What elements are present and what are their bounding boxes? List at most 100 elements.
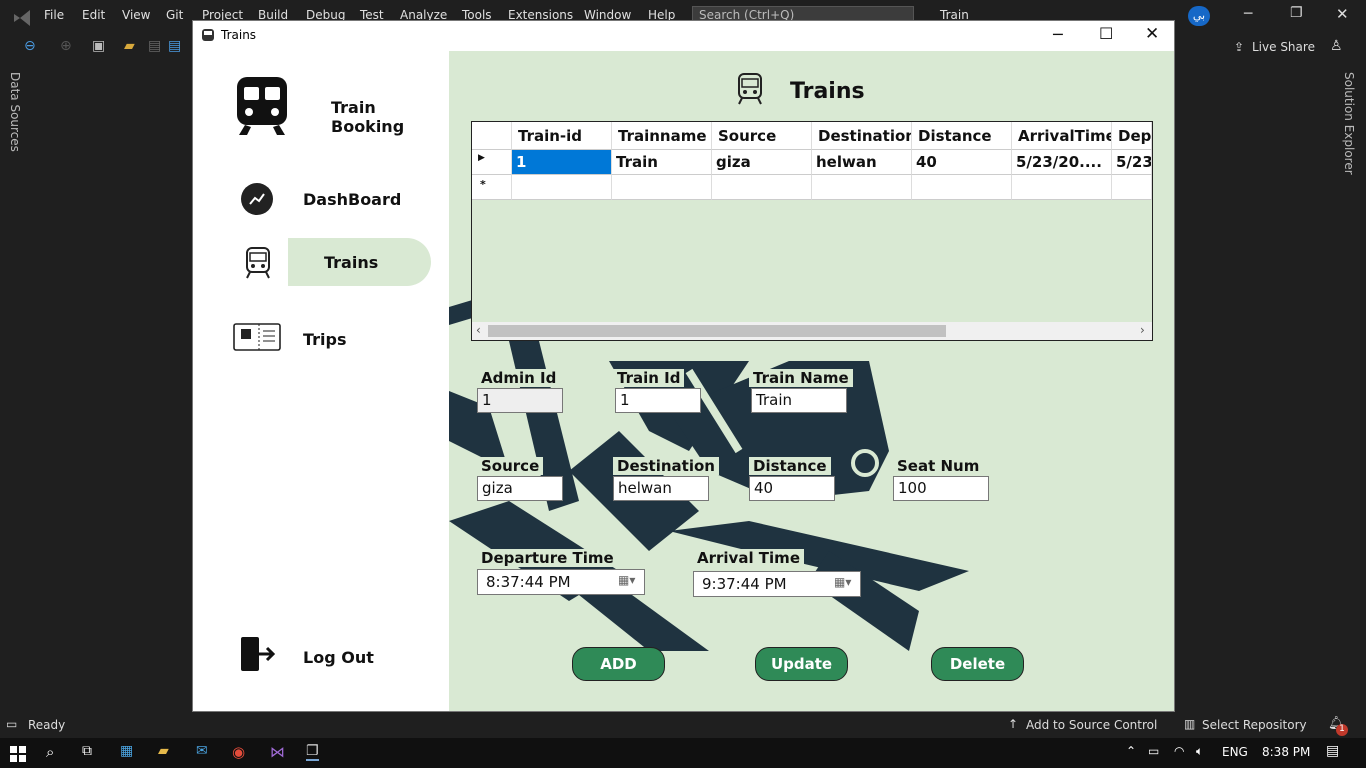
seat-num-label: Seat Num (893, 457, 984, 475)
arrival-time-label: Arrival Time (693, 549, 804, 567)
vs-minimize-icon[interactable]: ─ (1244, 6, 1252, 22)
update-button[interactable]: Update (755, 647, 848, 681)
grid-new-cell[interactable] (512, 175, 612, 200)
data-sources-tab[interactable]: Data Sources (8, 72, 22, 152)
distance-input[interactable]: 40 (749, 476, 835, 501)
brand-title: Train Booking (331, 98, 405, 136)
seat-num-input[interactable]: 100 (893, 476, 989, 501)
form-minimize-icon[interactable]: ─ (1053, 25, 1063, 44)
open-folder-icon[interactable]: ▰ (124, 38, 135, 54)
scroll-right-icon[interactable]: › (1140, 323, 1145, 337)
chrome-icon[interactable]: ◉ (232, 743, 245, 761)
grid-cell[interactable]: helwan (812, 150, 912, 175)
add-to-source-control[interactable]: Add to Source Control (1026, 718, 1157, 732)
status-ready: Ready (28, 718, 66, 732)
nav-dashboard[interactable]: DashBoard (303, 190, 401, 209)
admin-id-input[interactable]: 1 (477, 388, 563, 413)
grid-new-cell[interactable] (1012, 175, 1112, 200)
taskbar-search-icon[interactable]: ⌕ (46, 743, 54, 761)
select-repository[interactable]: Select Repository (1202, 718, 1307, 732)
train-app-taskbar-icon[interactable]: ❐ (306, 743, 319, 761)
trains-form-window: Trains ─ ☐ ✕ Train Booking DashBoard Tra… (192, 20, 1175, 712)
destination-input[interactable]: helwan (613, 476, 709, 501)
add-source-icon: ↑ (1008, 717, 1019, 731)
mail-icon[interactable]: ✉ (196, 743, 208, 759)
grid-col-arrivaltime[interactable]: ArrivalTime (1012, 122, 1112, 150)
grid-new-cell[interactable] (912, 175, 1012, 200)
feedback-icon[interactable]: ♙ (1330, 38, 1343, 54)
save-icon[interactable]: ▤ (148, 38, 161, 54)
solution-explorer-tab[interactable]: Solution Explorer (1342, 72, 1356, 175)
nav-logout[interactable]: Log Out (303, 648, 374, 667)
grid-col-trainname[interactable]: Trainname (612, 122, 712, 150)
row-selector-icon[interactable]: ▶ (472, 150, 512, 175)
clock[interactable]: 8:38 PM (1262, 745, 1310, 759)
source-input[interactable]: giza (477, 476, 563, 501)
header-train-icon (738, 73, 762, 105)
grid-cell[interactable]: 5/23 (1112, 150, 1152, 175)
add-button[interactable]: ADD (572, 647, 665, 681)
task-view-icon[interactable]: ⧉ (82, 743, 92, 759)
save-all-icon[interactable]: ▤ (168, 38, 181, 54)
menu-view[interactable]: View (122, 8, 150, 22)
train-name-input[interactable]: Train (751, 388, 847, 413)
form-maximize-icon[interactable]: ☐ (1099, 24, 1113, 43)
volume-icon[interactable]: 🔈︎ (1196, 744, 1203, 759)
wifi-icon[interactable]: ◠ (1174, 744, 1184, 758)
departure-time-value: 8:37:44 PM (486, 573, 571, 591)
file-explorer-icon[interactable]: ▰ (158, 743, 169, 759)
grid-col-dep[interactable]: Dep (1112, 122, 1152, 150)
grid-col-train-id[interactable]: Train-id (512, 122, 612, 150)
grid-cell[interactable]: 1 (512, 150, 612, 175)
grid-col-destination[interactable]: Destination (812, 122, 912, 150)
calendar-dropdown-icon[interactable]: ▦▾ (834, 575, 851, 589)
visual-studio-icon[interactable]: ⋈ (270, 743, 285, 761)
new-row-marker[interactable]: * (472, 175, 512, 200)
grid-hscrollbar[interactable]: ‹ › (472, 322, 1152, 340)
vs-close-icon[interactable]: ✕ (1336, 5, 1349, 23)
user-avatar[interactable]: بي (1188, 6, 1210, 26)
windows-start-icon[interactable] (10, 746, 26, 762)
grid-new-cell[interactable] (612, 175, 712, 200)
forward-icon[interactable]: ⊕ (60, 38, 72, 54)
nav-trains-active[interactable]: Trains (288, 238, 431, 286)
battery-icon[interactable]: ▭ (1148, 744, 1159, 758)
train-id-input[interactable]: 1 (615, 388, 701, 413)
calendar-dropdown-icon[interactable]: ▦▾ (618, 573, 635, 587)
delete-button[interactable]: Delete (931, 647, 1024, 681)
grid-cell[interactable]: 5/23/20.... (1012, 150, 1112, 175)
menu-edit[interactable]: Edit (82, 8, 105, 22)
departure-time-picker[interactable]: 8:37:44 PM ▦▾ (477, 569, 645, 595)
menu-git[interactable]: Git (166, 8, 183, 22)
tray-chevron-icon[interactable]: ⌃ (1126, 744, 1136, 758)
action-center-icon[interactable]: ▤ (1326, 743, 1339, 759)
live-share-icon[interactable]: ⇪ (1234, 40, 1244, 54)
scroll-thumb[interactable] (488, 325, 946, 337)
live-share-label[interactable]: Live Share (1252, 40, 1315, 54)
grid-new-cell[interactable] (812, 175, 912, 200)
grid-col-source[interactable]: Source (712, 122, 812, 150)
repo-icon: ▥ (1184, 717, 1196, 731)
form-close-icon[interactable]: ✕ (1145, 24, 1159, 44)
grid-cell[interactable]: 40 (912, 150, 1012, 175)
grid-new-cell[interactable] (1112, 175, 1152, 200)
new-project-icon[interactable]: ▣ (92, 38, 105, 54)
language-indicator[interactable]: ENG (1222, 745, 1248, 759)
back-icon[interactable]: ⊖ (24, 38, 36, 54)
nav-trips[interactable]: Trips (303, 330, 347, 349)
right-tool-rail: Solution Explorer (1332, 62, 1366, 712)
scroll-left-icon[interactable]: ‹ (476, 323, 481, 337)
grid-cell[interactable]: giza (712, 150, 812, 175)
menu-file[interactable]: File (44, 8, 64, 22)
vs-restore-icon[interactable]: ❐ (1290, 5, 1303, 21)
store-icon[interactable]: ▦ (120, 743, 133, 759)
form-title: Trains (221, 28, 257, 42)
grid-col-distance[interactable]: Distance (912, 122, 1012, 150)
grid-cell[interactable]: Train (612, 150, 712, 175)
source-label: Source (477, 457, 544, 475)
trains-data-grid[interactable]: Train-id Trainname Source Destination Di… (471, 121, 1153, 341)
arrival-time-value: 9:37:44 PM (702, 575, 787, 593)
arrival-time-picker[interactable]: 9:37:44 PM ▦▾ (693, 571, 861, 597)
grid-new-cell[interactable] (712, 175, 812, 200)
train-logo-icon (237, 77, 287, 135)
